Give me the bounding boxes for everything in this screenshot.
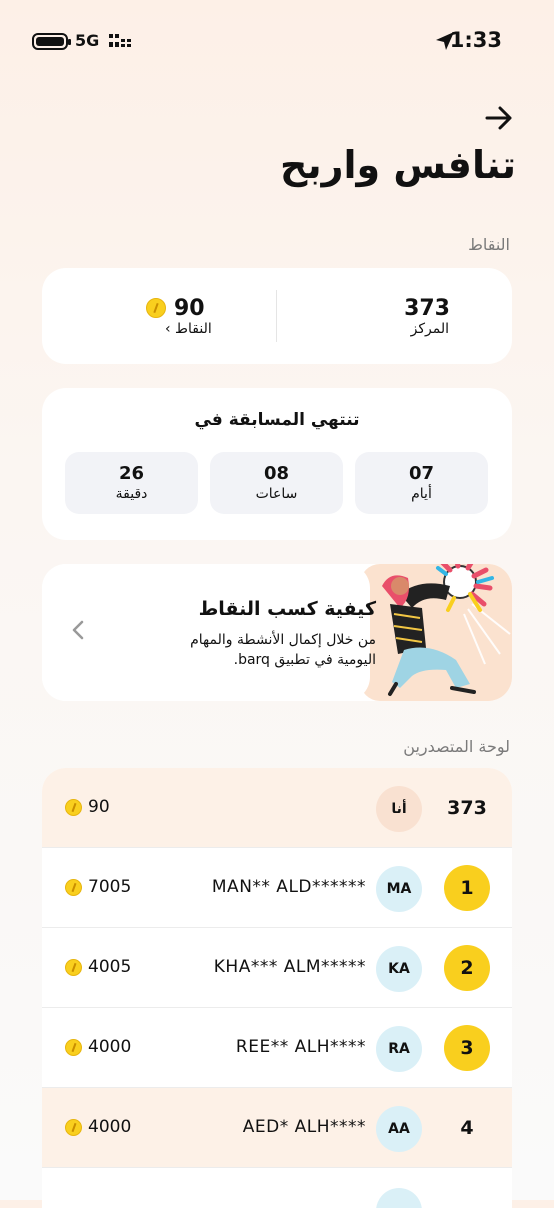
- coin-icon: [65, 799, 82, 816]
- rank-badge: 1: [444, 865, 490, 911]
- avatar: KA: [376, 946, 422, 992]
- avatar: أنا: [376, 786, 422, 832]
- status-bar: 5G 1:33: [0, 0, 554, 80]
- rank-number: 4: [460, 1117, 474, 1139]
- how-to-earn-description: من خلال إكمال الأنشطة والمهام اليومية في…: [190, 632, 376, 668]
- points-section-label: النقاط: [468, 235, 510, 254]
- user-name: KHA*** ALM*****: [213, 957, 366, 977]
- leaderboard-row[interactable]: 4 AA AED* ALH**** 4000: [42, 1088, 512, 1168]
- timer-days: 07 أيام: [355, 452, 488, 514]
- rank-badge: 3: [444, 1025, 490, 1071]
- timer-hours-label: ساعات: [255, 486, 298, 502]
- coin-icon: [146, 298, 166, 318]
- avatar: RA: [376, 1026, 422, 1072]
- leaderboard-row[interactable]: 3 RA REE** ALH**** 4000: [42, 1008, 512, 1088]
- coin-icon: [65, 879, 82, 896]
- user-points: 4000: [88, 1117, 132, 1137]
- dancer-illustration: [360, 564, 512, 701]
- timer-days-label: أيام: [411, 486, 432, 502]
- avatar: MA: [376, 866, 422, 912]
- timer-title: تنتهي المسابقة في: [194, 410, 360, 430]
- timer-hours: 08 ساعات: [210, 452, 343, 514]
- arrow-right-icon[interactable]: [484, 104, 514, 132]
- leaderboard-list: 373 أنا 90 1 MA MAN** ALD****** 7005 2 K…: [42, 768, 512, 1208]
- signal-icon: [109, 34, 131, 47]
- page-title: تنافس واربح: [279, 143, 516, 187]
- coin-icon: [65, 959, 82, 976]
- how-to-earn-title: كيفية كسب النقاط: [198, 598, 376, 620]
- points-link[interactable]: النقاط ›: [165, 321, 212, 337]
- leaderboard-row-partial[interactable]: [42, 1168, 512, 1208]
- user-name: MAN** ALD******: [211, 877, 366, 897]
- rank-value: 373: [404, 296, 450, 321]
- timer-hours-value: 08: [263, 463, 290, 484]
- timer-minutes-value: 26: [118, 463, 145, 484]
- divider: [276, 290, 277, 342]
- chevron-left-icon[interactable]: [70, 620, 86, 640]
- network-label: 5G: [75, 31, 100, 50]
- user-points: 90: [88, 797, 110, 817]
- user-name: REE** ALH****: [235, 1037, 366, 1057]
- leaderboard-row-me[interactable]: 373 أنا 90: [42, 768, 512, 848]
- rank-number: 373: [447, 797, 487, 819]
- status-time: 1:33: [449, 28, 502, 52]
- timer-minutes: 26 دقيقة: [65, 452, 198, 514]
- rank-badge: 2: [444, 945, 490, 991]
- user-points: 7005: [88, 877, 132, 897]
- avatar: AA: [376, 1106, 422, 1152]
- battery-icon: [32, 33, 71, 50]
- avatar: [376, 1188, 422, 1208]
- leaderboard-label: لوحة المتصدرين: [403, 737, 510, 756]
- user-points: 4000: [88, 1037, 132, 1057]
- timer-minutes-label: دقيقة: [115, 486, 148, 502]
- coin-icon: [65, 1039, 82, 1056]
- points-value: 90: [174, 296, 205, 321]
- user-points: 4005: [88, 957, 132, 977]
- rank-label: المركز: [410, 321, 449, 337]
- user-name: AED* ALH****: [242, 1117, 366, 1137]
- leaderboard-row[interactable]: 2 KA KHA*** ALM***** 4005: [42, 928, 512, 1008]
- timer-days-value: 07: [408, 463, 435, 484]
- leaderboard-row[interactable]: 1 MA MAN** ALD****** 7005: [42, 848, 512, 928]
- coin-icon: [65, 1119, 82, 1136]
